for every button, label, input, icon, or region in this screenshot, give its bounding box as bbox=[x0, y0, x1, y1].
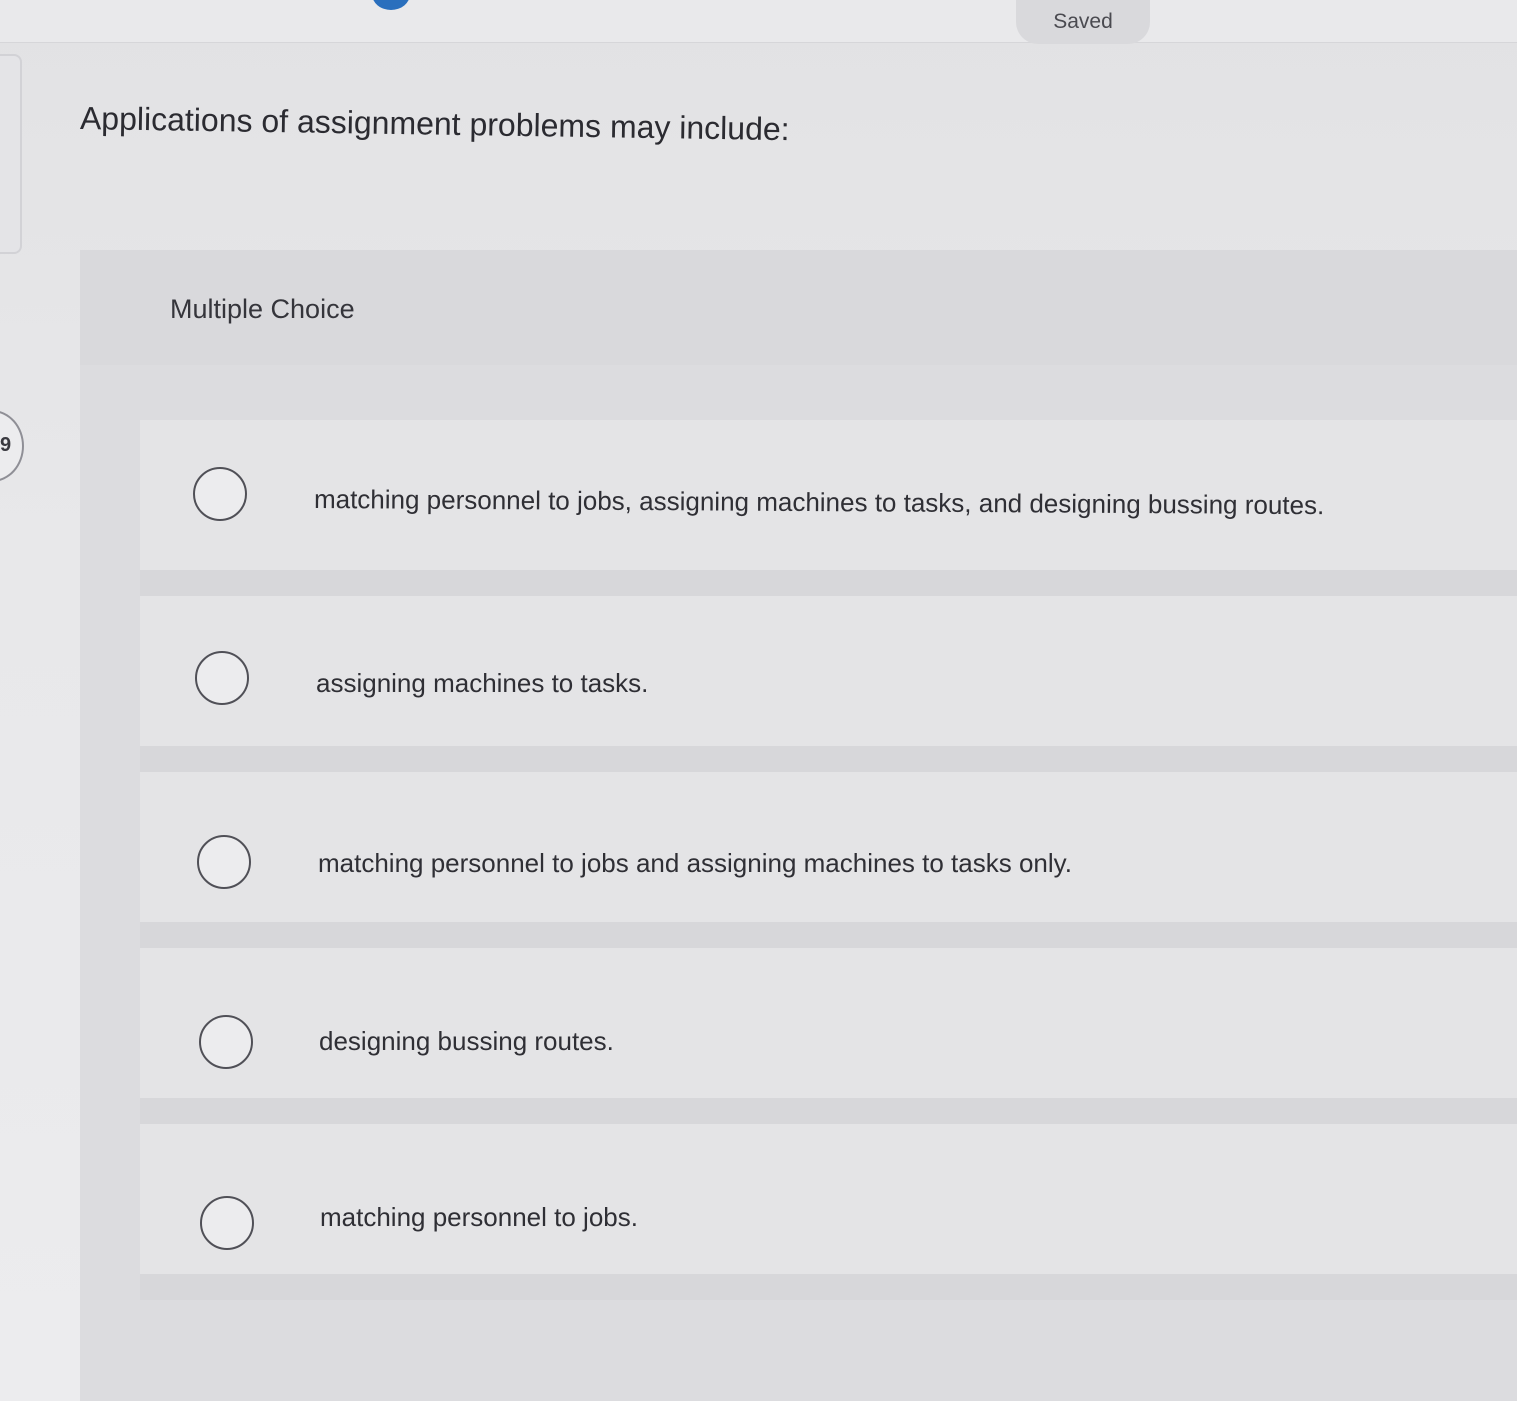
saved-status-badge: Saved bbox=[1016, 0, 1150, 44]
radio-button-icon[interactable] bbox=[200, 1196, 254, 1250]
option-2-label[interactable]: assigning machines to tasks. bbox=[316, 668, 648, 699]
page: Saved 9 Applications of assignment probl… bbox=[0, 0, 1517, 1401]
top-bar bbox=[0, 0, 1517, 43]
option-4-label[interactable]: designing bussing routes. bbox=[319, 1026, 614, 1057]
panel-header: Multiple Choice bbox=[80, 250, 1517, 365]
option-4[interactable]: designing bussing routes. bbox=[140, 948, 1517, 1124]
option-5-label[interactable]: matching personnel to jobs. bbox=[320, 1202, 638, 1233]
option-2[interactable]: assigning machines to tasks. bbox=[140, 596, 1517, 772]
saved-status-label: Saved bbox=[1053, 10, 1113, 33]
radio-button-icon[interactable] bbox=[197, 835, 251, 889]
radio-button-icon[interactable] bbox=[195, 651, 249, 705]
progress-badge-icon bbox=[372, 0, 410, 10]
option-1[interactable]: matching personnel to jobs, assigning ma… bbox=[140, 420, 1517, 596]
choice-panel: Multiple Choice matching personnel to jo… bbox=[80, 250, 1517, 1401]
option-5[interactable]: matching personnel to jobs. bbox=[140, 1124, 1517, 1300]
option-3-label[interactable]: matching personnel to jobs and assigning… bbox=[318, 848, 1072, 879]
question-nav-card bbox=[0, 54, 22, 254]
radio-button-icon[interactable] bbox=[193, 467, 247, 521]
question-number-label: 9 bbox=[0, 434, 12, 456]
radio-button-icon[interactable] bbox=[199, 1015, 253, 1069]
question-number-badge[interactable]: 9 bbox=[0, 410, 24, 482]
question-prompt: Applications of assignment problems may … bbox=[79, 100, 790, 148]
question-type-label: Multiple Choice bbox=[170, 294, 355, 324]
option-1-label[interactable]: matching personnel to jobs, assigning ma… bbox=[314, 484, 1324, 521]
option-3[interactable]: matching personnel to jobs and assigning… bbox=[140, 772, 1517, 948]
